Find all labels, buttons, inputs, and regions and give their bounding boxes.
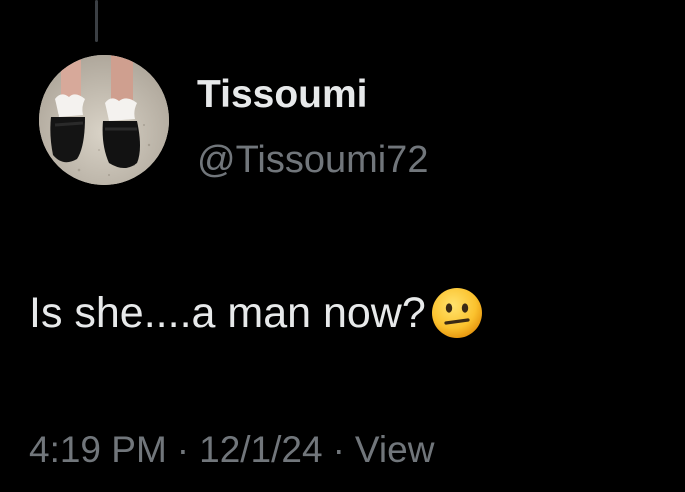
- tweet-text-container: Is she....a man now?: [29, 283, 484, 343]
- meta-separator: ·: [176, 429, 190, 470]
- meta-separator: ·: [332, 429, 345, 470]
- author-display-name[interactable]: Tissoumi: [197, 72, 368, 118]
- views-link[interactable]: View: [355, 425, 435, 475]
- author-handle[interactable]: @Tissoumi72: [197, 137, 428, 183]
- tweet-date: 12/1/24: [199, 429, 323, 470]
- thread-connector-line: [95, 0, 98, 42]
- tweet-metadata: 4:19 PM · 12/1/24 · View: [29, 425, 434, 475]
- tweet-time: 4:19 PM: [29, 429, 167, 470]
- avatar-photo-icon: [39, 55, 169, 185]
- avatar[interactable]: [39, 55, 169, 185]
- tweet-text: Is she....a man now?: [29, 289, 426, 337]
- neutral-face-emoji-icon: [431, 288, 482, 338]
